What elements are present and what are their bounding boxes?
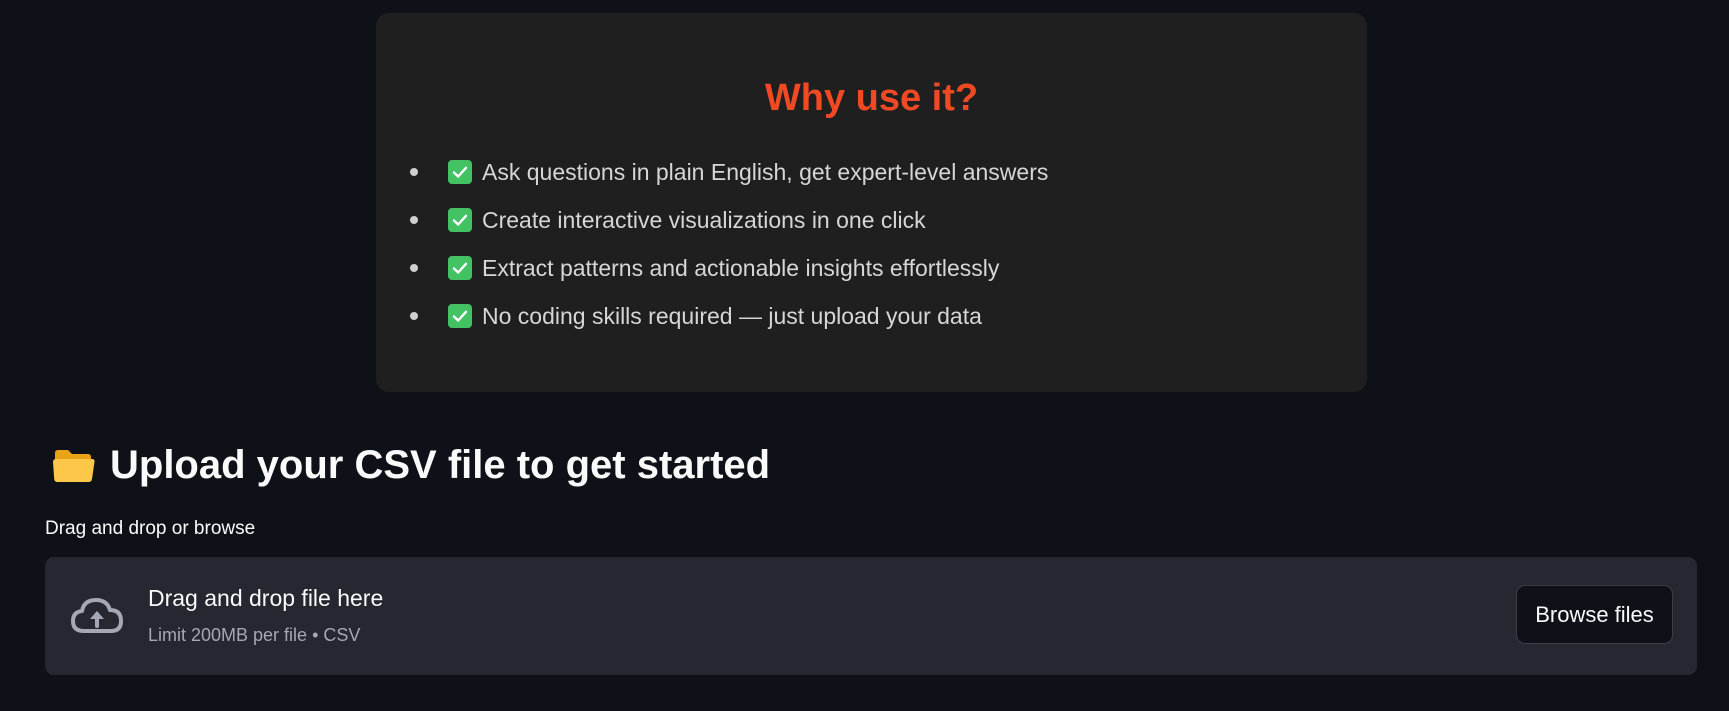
feature-text: No coding skills required — just upload … [482, 302, 982, 329]
check-mark-icon [448, 160, 472, 184]
page: Why use it? Ask questions in plain Engli… [0, 0, 1729, 711]
bullet-dot [410, 312, 418, 320]
feature-text: Create interactive visualizations in one… [482, 206, 926, 233]
file-dropzone[interactable]: Drag and drop file here Limit 200MB per … [45, 557, 1697, 675]
feature-item: Create interactive visualizations in one… [410, 196, 1048, 244]
card-title: Why use it? [764, 77, 979, 119]
upload-heading: Upload your CSV file to get started [52, 437, 770, 493]
bullet-dot [410, 264, 418, 272]
feature-text: Extract patterns and actionable insights… [482, 254, 1000, 281]
why-use-it-card: Why use it? Ask questions in plain Engli… [376, 13, 1367, 392]
cloud-upload-icon [71, 598, 123, 633]
check-mark-icon [448, 208, 472, 232]
dropzone-instructions: Drag and drop file here [148, 585, 384, 611]
upload-title: Upload your CSV file to get started [110, 442, 771, 487]
file-limit-text: Limit 200MB per file • CSV [148, 625, 361, 645]
uploader-label: Drag and drop or browse [45, 518, 256, 539]
feature-text: Ask questions in plain English, get expe… [482, 158, 1049, 185]
browse-files-button[interactable]: Browse files [1516, 585, 1673, 644]
feature-list: Ask questions in plain English, get expe… [410, 148, 1048, 340]
feature-item: Extract patterns and actionable insights… [410, 244, 1048, 292]
check-mark-icon [448, 304, 472, 328]
bullet-dot [410, 216, 418, 224]
bullet-dot [410, 168, 418, 176]
feature-item: Ask questions in plain English, get expe… [410, 148, 1048, 196]
folder-icon [53, 450, 95, 482]
feature-item: No coding skills required — just upload … [410, 292, 1048, 340]
check-mark-icon [448, 256, 472, 280]
